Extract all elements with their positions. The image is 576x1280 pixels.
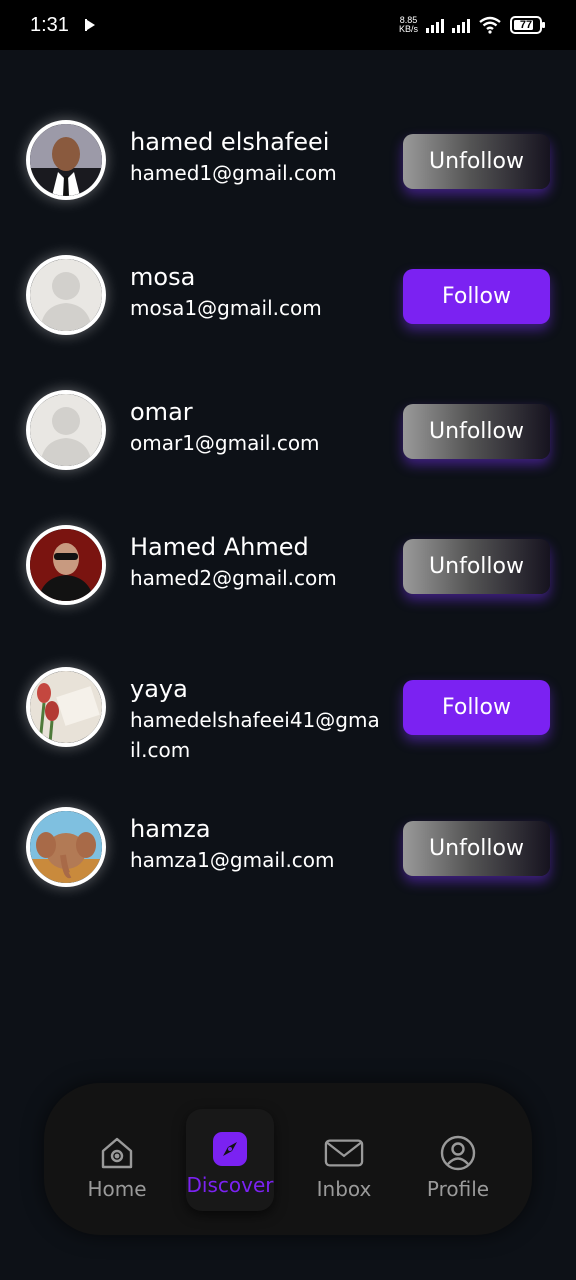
avatar[interactable] xyxy=(26,390,106,470)
nav-item-inbox[interactable]: Inbox xyxy=(294,1113,394,1209)
user-row: mosa mosa1@gmail.com Follow xyxy=(0,255,576,339)
nav-label: Discover xyxy=(186,1173,274,1197)
user-email: hamza1@gmail.com xyxy=(130,848,335,872)
user-name: hamed elshafeei xyxy=(130,128,330,156)
home-icon xyxy=(97,1133,137,1173)
avatar[interactable] xyxy=(26,807,106,887)
nav-item-home[interactable]: Home xyxy=(67,1113,167,1209)
nav-label: Inbox xyxy=(316,1177,372,1201)
user-row: omar omar1@gmail.com Unfollow xyxy=(0,390,576,474)
avatar[interactable] xyxy=(26,255,106,335)
unfollow-button[interactable]: Unfollow xyxy=(403,134,550,189)
user-row: hamza hamza1@gmail.com Unfollow xyxy=(0,807,576,891)
follow-button[interactable]: Follow xyxy=(403,680,550,735)
user-row: yaya hamedelshafeei41@gmail.com Follow xyxy=(0,667,576,767)
avatar[interactable] xyxy=(26,120,106,200)
mail-icon xyxy=(324,1133,364,1173)
signal-icon xyxy=(452,17,470,33)
unfollow-button[interactable]: Unfollow xyxy=(403,821,550,876)
user-email: hamedelshafeei41@gmail.com xyxy=(130,708,380,762)
play-store-icon xyxy=(84,19,95,31)
network-speed: 8.85 KB/s xyxy=(399,16,418,34)
user-email: hamed1@gmail.com xyxy=(130,161,337,185)
user-name: hamza xyxy=(130,815,211,843)
user-email: mosa1@gmail.com xyxy=(130,296,322,320)
unfollow-button[interactable]: Unfollow xyxy=(403,404,550,459)
follow-button[interactable]: Follow xyxy=(403,269,550,324)
avatar[interactable] xyxy=(26,525,106,605)
status-bar: 1:31 8.85 KB/s 77 xyxy=(0,0,576,50)
profile-icon xyxy=(438,1133,478,1173)
signal-icon xyxy=(426,17,444,33)
status-time: 1:31 xyxy=(30,13,69,36)
avatar[interactable] xyxy=(26,667,106,747)
unfollow-button[interactable]: Unfollow xyxy=(403,539,550,594)
battery-level: 77 xyxy=(519,19,533,31)
nav-label: Home xyxy=(87,1177,147,1201)
battery-icon: 77 xyxy=(510,16,546,34)
user-name: mosa xyxy=(130,263,196,291)
user-row: Hamed Ahmed hamed2@gmail.com Unfollow xyxy=(0,525,576,609)
user-email: omar1@gmail.com xyxy=(130,431,320,455)
user-name: Hamed Ahmed xyxy=(130,533,309,561)
nav-item-profile[interactable]: Profile xyxy=(408,1113,508,1209)
compass-icon xyxy=(210,1129,250,1169)
nav-label: Profile xyxy=(426,1177,490,1201)
wifi-icon xyxy=(478,16,502,34)
user-name: omar xyxy=(130,398,193,426)
nav-item-discover[interactable]: Discover xyxy=(186,1109,274,1211)
user-row: hamed elshafeei hamed1@gmail.com Unfollo… xyxy=(0,120,576,204)
network-speed-unit: KB/s xyxy=(398,24,418,34)
user-name: yaya xyxy=(130,675,188,703)
user-email: hamed2@gmail.com xyxy=(130,566,337,590)
bottom-nav: Home Discover Inbox Profile xyxy=(44,1083,532,1235)
